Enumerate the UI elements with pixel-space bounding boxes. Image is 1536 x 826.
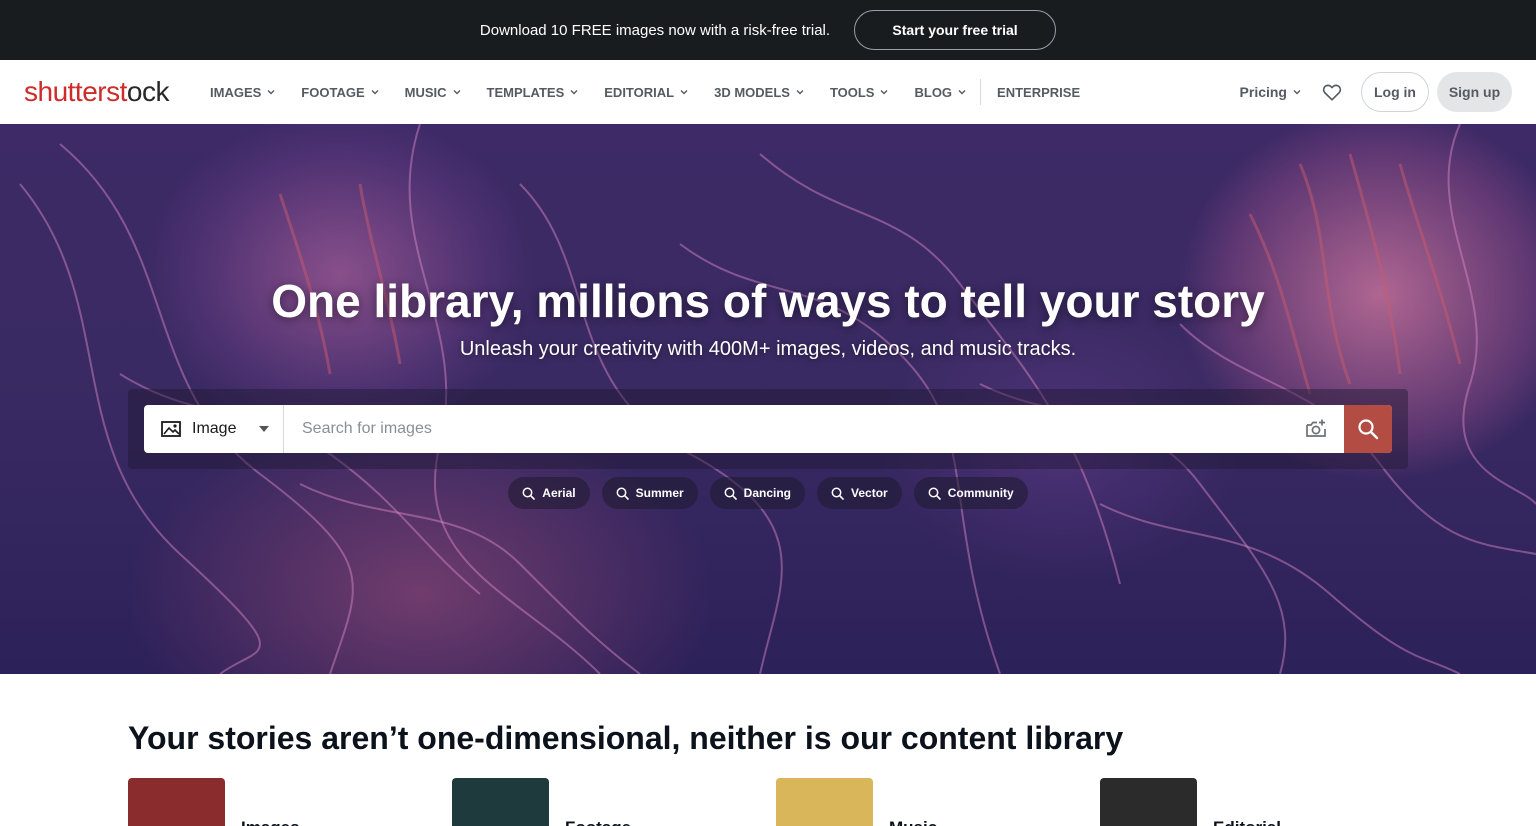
- logo-text-mid: o: [126, 76, 143, 107]
- search-icon: [724, 487, 737, 500]
- nav-item-music[interactable]: MUSIC: [405, 85, 461, 100]
- nav-divider: [980, 79, 982, 105]
- nav-menu: IMAGES FOOTAGE MUSIC TEMPLATES EDITORIAL…: [210, 79, 1106, 105]
- suggestion-chip[interactable]: Aerial: [508, 477, 590, 509]
- category-label: Footage: [565, 778, 631, 826]
- category-footage[interactable]: Footage: [452, 778, 631, 826]
- main-nav: shutterstock IMAGES FOOTAGE MUSIC TEMPLA…: [0, 60, 1536, 124]
- content-categories: Images Footage Music Editorial: [128, 778, 1408, 826]
- suggestion-chip[interactable]: Dancing: [709, 477, 806, 509]
- chevron-down-icon: [958, 90, 966, 95]
- chip-label: Summer: [635, 486, 684, 500]
- log-in-button[interactable]: Log in: [1361, 72, 1429, 112]
- chip-label: Aerial: [542, 486, 576, 500]
- search-button[interactable]: [1344, 405, 1392, 453]
- chevron-down-icon: [680, 90, 688, 95]
- search-panel: Image: [128, 389, 1408, 469]
- hero-subtitle: Unleash your creativity with 400M+ image…: [459, 338, 1077, 360]
- nav-item-label: TOOLS: [829, 84, 875, 100]
- category-editorial[interactable]: Editorial: [1100, 778, 1281, 826]
- chip-label: Vector: [851, 486, 888, 500]
- search-input[interactable]: [284, 405, 1304, 453]
- suggestion-chip[interactable]: Vector: [817, 477, 902, 509]
- nav-item-label: ENTERPRISE: [997, 84, 1081, 100]
- chip-label: Community: [947, 486, 1014, 500]
- nav-item-images[interactable]: IMAGES: [210, 85, 275, 100]
- category-images[interactable]: Images: [128, 778, 300, 826]
- camera-search-icon[interactable]: [1304, 417, 1328, 441]
- category-thumbnail: [452, 778, 549, 826]
- promo-text: Download 10 FREE images now with a risk-…: [479, 21, 831, 39]
- category-music[interactable]: Music: [776, 778, 937, 826]
- logo-text-suffix: ck: [141, 76, 170, 107]
- category-label: Images: [241, 778, 300, 826]
- library-heading: Your stories aren’t one-dimensional, nei…: [128, 720, 1124, 756]
- suggestion-chip[interactable]: Summer: [601, 477, 698, 509]
- category-thumbnail: [128, 778, 225, 826]
- category-thumbnail: [776, 778, 873, 826]
- promo-bar: Download 10 FREE images now with a risk-…: [0, 0, 1536, 60]
- nav-item-tools[interactable]: TOOLS: [830, 85, 889, 100]
- nav-item-blog[interactable]: BLOG: [914, 85, 966, 100]
- media-type-label: Image: [192, 420, 237, 437]
- nav-item-label: BLOG: [914, 84, 953, 100]
- suggestion-chip[interactable]: Community: [913, 477, 1028, 509]
- nav-item-label: EDITORIAL: [604, 84, 675, 100]
- media-type-dropdown[interactable]: Image: [144, 405, 284, 453]
- search-icon: [616, 487, 629, 500]
- account-nav: Pricing Log in Sign up: [1240, 68, 1512, 116]
- shutterstock-logo[interactable]: shutterstock: [24, 76, 194, 108]
- chevron-down-icon: [1293, 90, 1301, 95]
- search-icon: [522, 487, 536, 500]
- logo-text-prefix: shutterst: [24, 76, 127, 107]
- nav-item-label: MUSIC: [404, 84, 447, 100]
- hero-banner: One library, millions of ways to tell yo…: [0, 124, 1536, 674]
- sign-up-button[interactable]: Sign up: [1437, 72, 1512, 112]
- nav-item-templates[interactable]: TEMPLATES: [487, 85, 579, 100]
- hero-title: One library, millions of ways to tell yo…: [271, 275, 1265, 327]
- image-icon: [161, 421, 181, 437]
- nav-item-label: IMAGES: [210, 84, 262, 100]
- pricing-menu[interactable]: Pricing: [1240, 84, 1301, 100]
- heart-icon[interactable]: [1321, 81, 1343, 103]
- nav-item-footage[interactable]: FOOTAGE: [301, 84, 379, 100]
- search-icon: [1358, 419, 1379, 440]
- nav-item-3d-models[interactable]: 3D MODELS: [714, 85, 804, 100]
- caret-down-icon: [259, 426, 269, 432]
- nav-item-enterprise[interactable]: ENTERPRISE: [997, 85, 1080, 100]
- chevron-down-icon: [453, 90, 460, 95]
- category-label: Music: [889, 778, 937, 826]
- nav-item-label: TEMPLATES: [486, 84, 565, 100]
- start-free-trial-button[interactable]: Start your free trial: [854, 10, 1057, 50]
- chevron-down-icon: [371, 90, 379, 95]
- chevron-down-icon: [267, 90, 275, 95]
- nav-item-editorial[interactable]: EDITORIAL: [604, 85, 688, 100]
- chevron-down-icon: [570, 90, 578, 95]
- nav-item-label: FOOTAGE: [301, 84, 365, 100]
- chevron-down-icon: [880, 90, 888, 95]
- chevron-down-icon: [796, 90, 804, 95]
- pricing-label: Pricing: [1239, 84, 1287, 100]
- nav-item-label: 3D MODELS: [714, 84, 790, 100]
- search-icon: [831, 487, 844, 500]
- chip-label: Dancing: [743, 486, 792, 500]
- suggested-searches: Aerial Summer Dancing Vector Community: [0, 477, 1536, 509]
- category-thumbnail: [1100, 778, 1197, 826]
- search-bar: Image: [144, 405, 1392, 453]
- category-label: Editorial: [1213, 778, 1281, 826]
- search-icon: [928, 487, 941, 500]
